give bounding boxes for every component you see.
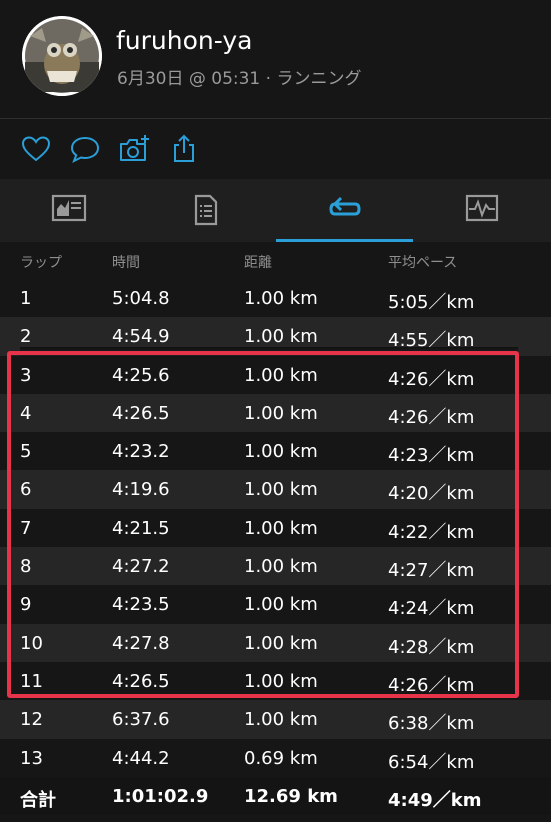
lap-avg-pace: 4:23／km bbox=[388, 445, 475, 467]
total-label: 合計 bbox=[20, 789, 56, 811]
table-row: 5 4:23.2 1.00 km 4:23／km bbox=[0, 432, 551, 471]
lap-distance: 1.00 km bbox=[244, 479, 318, 501]
table-row: 2 4:54.9 1.00 km 4:55／km bbox=[0, 317, 551, 356]
column-header-time: 時間 bbox=[112, 255, 140, 271]
table-row: 8 4:27.2 1.00 km 4:27／km bbox=[0, 547, 551, 586]
table-row: 9 4:23.5 1.00 km 4:24／km bbox=[0, 585, 551, 624]
lap-distance: 1.00 km bbox=[244, 594, 318, 616]
lap-avg-pace: 4:28／km bbox=[388, 636, 475, 658]
table-row: 3 4:25.6 1.00 km 4:26／km bbox=[0, 355, 551, 394]
lap-time: 4:21.5 bbox=[112, 517, 170, 539]
table-row: 4 4:26.5 1.00 km 4:26／km bbox=[0, 393, 551, 433]
total-time: 1:01:02.9 bbox=[112, 785, 209, 807]
lap-distance: 1.00 km bbox=[244, 709, 318, 731]
avatar[interactable] bbox=[22, 16, 102, 96]
lap-avg-pace: 4:26／km bbox=[388, 368, 475, 390]
lap-time: 4:27.8 bbox=[112, 632, 170, 654]
lap-distance: 1.00 km bbox=[244, 670, 318, 692]
action-bar bbox=[0, 119, 551, 179]
avatar-image bbox=[22, 16, 102, 96]
lap-number: 2 bbox=[20, 326, 32, 348]
lap-time: 4:25.6 bbox=[112, 364, 170, 386]
laps-icon bbox=[328, 196, 361, 216]
table-row: 6 4:19.6 1.00 km 4:20／km bbox=[0, 470, 551, 509]
lap-distance: 1.00 km bbox=[244, 402, 318, 424]
add-photo-icon bbox=[120, 135, 149, 161]
lap-distance: 1.00 km bbox=[244, 288, 318, 309]
lap-avg-pace: 4:27／km bbox=[388, 560, 475, 582]
lap-distance: 1.00 km bbox=[244, 364, 318, 386]
lap-time: 4:27.2 bbox=[112, 556, 170, 578]
activity-subtitle: 6月30日 @ 05:31 · ランニング bbox=[117, 69, 362, 89]
table-row: 13 4:44.2 0.69 km 6:54／km bbox=[0, 738, 551, 777]
lap-number: 5 bbox=[20, 441, 32, 463]
total-distance: 12.69 km bbox=[244, 785, 338, 807]
table-row: 12 6:37.6 1.00 km 6:38／km bbox=[0, 700, 551, 739]
column-header-lap: ラップ bbox=[20, 255, 62, 271]
lap-time: 4:19.6 bbox=[112, 479, 170, 501]
lap-avg-pace: 4:20／km bbox=[388, 483, 475, 505]
chart-icon bbox=[51, 194, 86, 222]
lap-distance: 0.69 km bbox=[244, 747, 318, 769]
laps-table: ラップ 時間 距離 平均ペース 1 5:04.8 1.00 km 5:05／km 2 4:… bbox=[0, 242, 551, 816]
lap-avg-pace: 6:54／km bbox=[388, 751, 475, 773]
tab-summary[interactable] bbox=[0, 179, 137, 242]
lap-number: 13 bbox=[20, 747, 43, 769]
table-header: ラップ 時間 距離 平均ペース bbox=[0, 242, 551, 279]
table-row: 1 5:04.8 1.00 km 5:05／km bbox=[0, 279, 551, 318]
lap-avg-pace: 4:55／km bbox=[388, 330, 475, 352]
lap-time: 4:23.2 bbox=[112, 441, 170, 463]
column-header-avg-pace: 平均ペース bbox=[388, 255, 458, 271]
lap-avg-pace: 4:24／km bbox=[388, 598, 475, 620]
lap-avg-pace: 4:26／km bbox=[388, 674, 475, 696]
lap-number: 7 bbox=[20, 517, 32, 539]
lap-distance: 1.00 km bbox=[244, 517, 318, 539]
like-button[interactable] bbox=[20, 133, 52, 165]
share-icon bbox=[174, 134, 194, 162]
lap-distance: 1.00 km bbox=[244, 441, 318, 463]
comment-icon bbox=[70, 136, 100, 164]
comment-button[interactable] bbox=[69, 133, 101, 165]
lap-number: 4 bbox=[20, 402, 32, 424]
lap-time: 4:26.5 bbox=[112, 670, 170, 692]
lap-avg-pace: 4:22／km bbox=[388, 521, 475, 543]
total-avg-pace: 4:49／km bbox=[388, 789, 482, 811]
lap-number: 1 bbox=[20, 288, 32, 309]
lap-number: 8 bbox=[20, 556, 32, 578]
table-row: 10 4:27.8 1.00 km 4:28／km bbox=[0, 623, 551, 662]
table-row: 7 4:21.5 1.00 km 4:22／km bbox=[0, 508, 551, 548]
column-header-distance: 距離 bbox=[244, 255, 272, 271]
lap-distance: 1.00 km bbox=[244, 556, 318, 578]
lap-number: 11 bbox=[20, 670, 43, 692]
table-row: 11 4:26.5 1.00 km 4:26／km bbox=[0, 661, 551, 701]
tab-graphs[interactable] bbox=[413, 179, 550, 242]
lap-number: 3 bbox=[20, 364, 32, 386]
lap-number: 9 bbox=[20, 594, 32, 616]
lap-avg-pace: 4:26／km bbox=[388, 406, 475, 428]
lap-number: 12 bbox=[20, 709, 43, 731]
lap-number: 6 bbox=[20, 479, 32, 501]
heart-icon bbox=[21, 136, 51, 162]
share-button[interactable] bbox=[168, 133, 200, 165]
lap-time: 6:37.6 bbox=[112, 709, 170, 731]
lap-number: 10 bbox=[20, 632, 43, 654]
lap-distance: 1.00 km bbox=[244, 326, 318, 348]
activity-header: furuhon-ya 6月30日 @ 05:31 · ランニング bbox=[0, 0, 551, 118]
tab-bar bbox=[0, 179, 551, 242]
lap-time: 4:23.5 bbox=[112, 594, 170, 616]
document-list-icon bbox=[194, 194, 217, 226]
add-photo-button[interactable] bbox=[118, 133, 150, 165]
lap-time: 5:04.8 bbox=[112, 288, 170, 309]
table-total-row: 合計 1:01:02.9 12.69 km 4:49／km bbox=[0, 776, 551, 816]
lap-distance: 1.00 km bbox=[244, 632, 318, 654]
tab-laps[interactable] bbox=[276, 179, 413, 242]
graph-icon bbox=[465, 194, 498, 222]
lap-time: 4:44.2 bbox=[112, 747, 170, 769]
lap-avg-pace: 5:05／km bbox=[388, 292, 475, 313]
username[interactable]: furuhon-ya bbox=[116, 26, 252, 55]
tab-details[interactable] bbox=[137, 179, 274, 242]
lap-time: 4:26.5 bbox=[112, 402, 170, 424]
lap-avg-pace: 6:38／km bbox=[388, 713, 475, 735]
lap-time: 4:54.9 bbox=[112, 326, 170, 348]
